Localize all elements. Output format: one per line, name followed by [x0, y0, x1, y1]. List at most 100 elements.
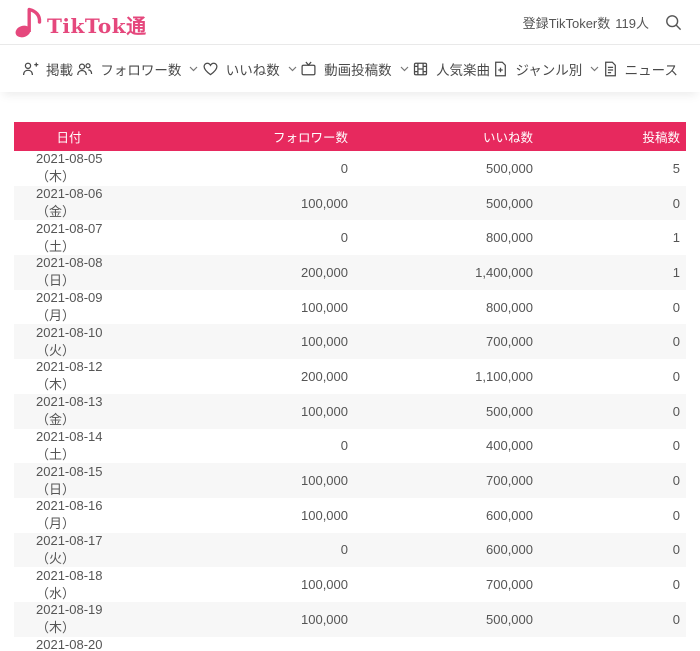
date-cell: 2021-08-14（土）	[14, 429, 124, 464]
date-cell: 2021-08-05（木）	[14, 151, 124, 186]
followers-cell: 0	[124, 220, 354, 255]
table-row: 2021-08-06（金）100,000500,0000	[14, 186, 686, 221]
main-nav: 掲載 フォロワー数 いいね数 動画投稿数	[0, 45, 700, 92]
table-row: 2021-08-05（木）0500,0005	[14, 151, 686, 186]
followers-cell: 100,000	[124, 463, 354, 498]
chevron-down-icon	[400, 66, 409, 72]
date-cell: 2021-08-06（金）	[14, 186, 124, 221]
registered-tiktoker-count: 登録TikToker数 119人	[523, 13, 649, 32]
followers-cell: 100,000	[124, 394, 354, 429]
likes-cell: 500,000	[354, 151, 539, 186]
followers-cell: 100,000	[124, 567, 354, 602]
followers-cell: 0	[124, 429, 354, 464]
posts-cell: 0	[539, 602, 686, 637]
posts-cell: 0	[539, 498, 686, 533]
table-row: 2021-08-15（日）100,000700,0000	[14, 463, 686, 498]
registered-count-value: 119人	[615, 13, 649, 32]
table-row: 2021-08-19（木）100,000500,0000	[14, 602, 686, 637]
posts-cell: 5	[539, 151, 686, 186]
followers-cell: 0	[124, 151, 354, 186]
site-header: TikTok通 登録TikToker数 119人	[0, 0, 700, 45]
date-cell: 2021-08-19（木）	[14, 602, 124, 637]
posts-cell: 0	[539, 429, 686, 464]
likes-cell: 700,000	[354, 567, 539, 602]
posts-cell: 0	[539, 359, 686, 394]
table-row: 2021-08-08（日）200,0001,400,0001	[14, 255, 686, 290]
date-cell: 2021-08-13（金）	[14, 394, 124, 429]
stats-table: 日付 フォロワー数 いいね数 投稿数 2021-08-05（木）0500,000…	[14, 122, 686, 651]
likes-cell: 700,000	[354, 324, 539, 359]
followers-cell: 100,000	[124, 290, 354, 325]
heart-icon	[202, 61, 219, 77]
nav-item-genre[interactable]: ジャンル別	[493, 59, 599, 79]
nav-item-likes[interactable]: いいね数	[202, 59, 297, 79]
posts-cell: 0	[539, 463, 686, 498]
likes-cell: 800,000	[354, 220, 539, 255]
people-icon	[76, 61, 93, 77]
nav-item-video-posts[interactable]: 動画投稿数	[300, 59, 409, 79]
nav-item-followers[interactable]: フォロワー数	[76, 59, 198, 79]
posts-cell: 0	[539, 290, 686, 325]
table-header-row: 日付 フォロワー数 いいね数 投稿数	[14, 122, 686, 151]
main-content: 日付 フォロワー数 いいね数 投稿数 2021-08-05（木）0500,000…	[0, 92, 700, 651]
site-logo[interactable]: TikTok通	[14, 5, 147, 39]
table-row: 2021-08-20（金）	[14, 637, 686, 651]
posts-cell: 0	[539, 567, 686, 602]
search-button[interactable]	[663, 12, 684, 33]
likes-cell: 800,000	[354, 290, 539, 325]
nav-label: ニュース	[625, 59, 678, 79]
likes-cell: 600,000	[354, 533, 539, 568]
nav-label: いいね数	[226, 59, 280, 79]
nav-label: 人気楽曲	[436, 59, 490, 79]
followers-cell: 100,000	[124, 498, 354, 533]
news-icon	[603, 61, 618, 77]
followers-cell: 200,000	[124, 359, 354, 394]
date-cell: 2021-08-16（月）	[14, 498, 124, 533]
likes-cell: 400,000	[354, 429, 539, 464]
nav-label: 掲載	[46, 59, 73, 79]
date-cell: 2021-08-09（月）	[14, 290, 124, 325]
likes-cell: 500,000	[354, 602, 539, 637]
followers-cell: 100,000	[124, 186, 354, 221]
nav-item-news[interactable]: ニュース	[603, 59, 678, 79]
followers-cell: 0	[124, 533, 354, 568]
likes-cell: 500,000	[354, 394, 539, 429]
posts-cell	[539, 637, 686, 651]
table-row: 2021-08-18（水）100,000700,0000	[14, 567, 686, 602]
table-row: 2021-08-17（火）0600,0000	[14, 533, 686, 568]
date-cell: 2021-08-10（火）	[14, 324, 124, 359]
likes-cell: 1,400,000	[354, 255, 539, 290]
date-cell: 2021-08-12（木）	[14, 359, 124, 394]
column-header-posts: 投稿数	[539, 122, 686, 151]
table-row: 2021-08-12（木）200,0001,100,0000	[14, 359, 686, 394]
site-title: TikTok通	[47, 16, 147, 39]
likes-cell: 1,100,000	[354, 359, 539, 394]
likes-cell	[354, 637, 539, 651]
registered-count-label: 登録TikToker数	[523, 13, 611, 32]
nav-item-popular-songs[interactable]: 人気楽曲	[412, 59, 490, 79]
chevron-down-icon	[590, 66, 599, 72]
column-header-likes: いいね数	[354, 122, 539, 151]
table-row: 2021-08-07（土）0800,0001	[14, 220, 686, 255]
likes-cell: 600,000	[354, 498, 539, 533]
date-cell: 2021-08-07（土）	[14, 220, 124, 255]
column-header-followers: フォロワー数	[124, 122, 354, 151]
date-cell: 2021-08-15（日）	[14, 463, 124, 498]
tv-icon	[300, 61, 317, 77]
table-row: 2021-08-10（火）100,000700,0000	[14, 324, 686, 359]
person-add-icon	[22, 61, 39, 77]
followers-cell: 200,000	[124, 255, 354, 290]
posts-cell: 1	[539, 255, 686, 290]
table-row: 2021-08-13（金）100,000500,0000	[14, 394, 686, 429]
file-plus-icon	[493, 61, 508, 77]
date-cell: 2021-08-17（火）	[14, 533, 124, 568]
followers-cell: 100,000	[124, 324, 354, 359]
nav-label: 動画投稿数	[324, 59, 392, 79]
column-header-date: 日付	[14, 122, 124, 151]
nav-label: ジャンル別	[515, 59, 582, 79]
film-icon	[412, 61, 429, 77]
nav-item-keisai[interactable]: 掲載	[22, 59, 73, 79]
posts-cell: 0	[539, 394, 686, 429]
followers-cell: 100,000	[124, 602, 354, 637]
music-note-icon	[14, 5, 46, 39]
